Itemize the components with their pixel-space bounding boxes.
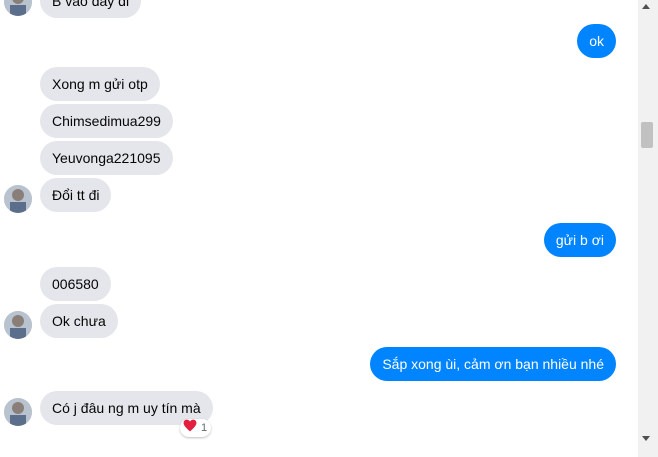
incoming-message[interactable]: Yeuvonga221095 [40,141,173,175]
incoming-message[interactable]: Ok chưa [40,304,118,338]
message-thread: B vào đây đi ok Xong m gửi otp Chimsedim… [0,0,638,457]
message-reaction[interactable]: 1 [180,419,212,438]
incoming-message[interactable]: B vào đây đi [40,0,142,18]
outgoing-message[interactable]: gửi b ơi [543,223,616,257]
scroll-up-icon[interactable] [642,4,650,9]
contact-avatar[interactable] [4,311,32,339]
incoming-message[interactable]: Xong m gửi otp [40,67,160,101]
outgoing-message[interactable]: Sắp xong ùi, cảm ơn bạn nhiều nhé [370,347,616,381]
scrollbar-thumb[interactable] [641,122,653,148]
contact-avatar[interactable] [4,398,32,426]
incoming-message[interactable]: Chimsedimua299 [40,104,173,138]
contact-avatar[interactable] [4,185,32,213]
scroll-down-icon[interactable] [642,436,650,441]
scrollbar[interactable] [638,0,658,457]
outgoing-message[interactable]: ok [577,24,616,58]
contact-avatar[interactable] [4,0,32,16]
reaction-count: 1 [201,422,208,434]
incoming-message[interactable]: 006580 [40,267,111,301]
incoming-message[interactable]: Đổi tt đi [40,178,112,212]
heart-icon [183,419,197,438]
